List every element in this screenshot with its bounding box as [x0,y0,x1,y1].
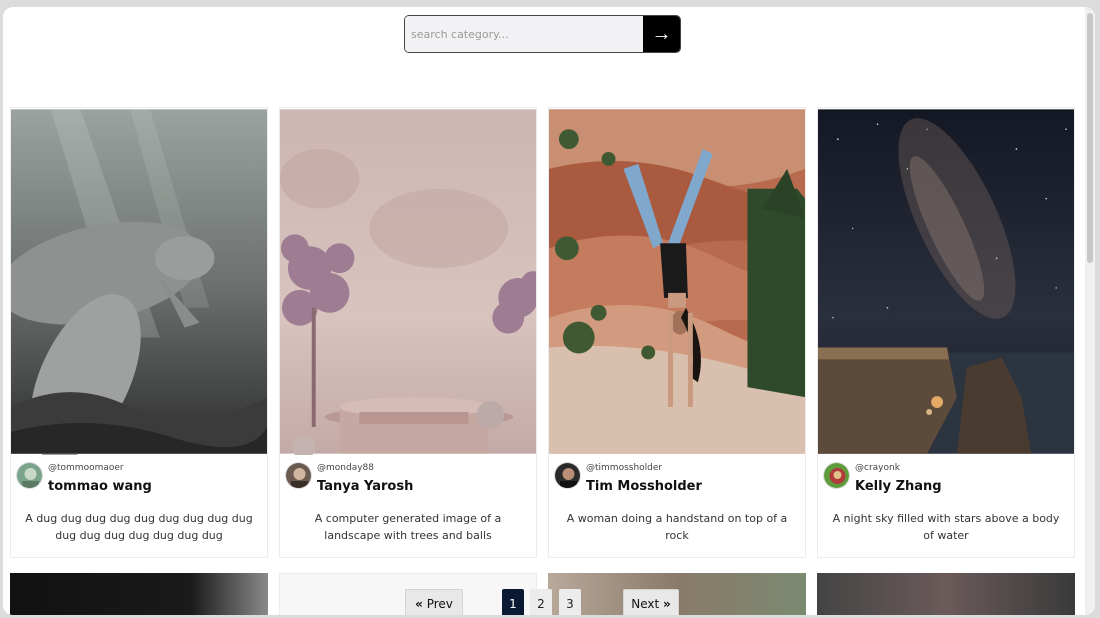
photo-description: A computer generated image of a landscap… [314,512,502,542]
photo-handstand[interactable] [549,108,805,455]
double-chevron-left-icon: « [415,597,423,611]
user-name[interactable]: Tanya Yarosh [317,479,413,494]
avatar[interactable] [823,462,850,489]
page-number-2[interactable]: 2 [530,589,552,615]
photo-manatees[interactable] [11,108,267,455]
arrow-right-icon: → [651,23,672,45]
photo-description: A dug dug dug dug dug dug dug dug dug du… [25,512,253,542]
page-number-1[interactable]: 1 [502,589,524,615]
user-handle[interactable]: @crayonk [855,463,900,473]
user-handle[interactable]: @monday88 [317,463,374,473]
scrollbar[interactable] [1085,7,1095,615]
double-chevron-right-icon: » [663,597,671,611]
photo-card[interactable]: @timmossholder Tim Mossholder A woman do… [548,107,806,558]
user-handle[interactable]: @timmossholder [586,463,662,473]
photo-card-partial[interactable] [817,573,1075,615]
avatar[interactable] [16,462,43,489]
avatar[interactable] [554,462,581,489]
user-name[interactable]: Tim Mossholder [586,479,702,494]
user-handle[interactable]: @tommoomaoer [48,463,124,473]
photo-card[interactable]: @monday88 Tanya Yarosh A computer genera… [279,107,537,558]
search-input[interactable] [405,16,643,52]
photo-night-sky[interactable] [818,108,1074,455]
photo-card[interactable]: @tommoomaoer tommao wang A dug dug dug d… [10,107,268,558]
avatar[interactable] [285,462,312,489]
photo-description: A night sky filled with stars above a bo… [832,512,1060,542]
photo-card[interactable]: @crayonk Kelly Zhang A night sky filled … [817,107,1075,558]
scrollbar-thumb[interactable] [1087,13,1093,263]
search-submit-button[interactable]: → [643,16,680,52]
next-page-button[interactable]: Next » [623,589,679,615]
user-name[interactable]: Kelly Zhang [855,479,942,494]
search-bar: → [404,15,681,53]
prev-page-button[interactable]: « Prev [405,589,463,615]
photo-description: A woman doing a handstand on top of a ro… [566,512,788,542]
page-frame: → @tommoomaoe [3,7,1095,615]
photo-pink-landscape[interactable] [280,108,536,455]
photo-card-partial[interactable] [10,573,268,615]
user-name[interactable]: tommao wang [48,479,152,494]
page-number-3[interactable]: 3 [559,589,581,615]
